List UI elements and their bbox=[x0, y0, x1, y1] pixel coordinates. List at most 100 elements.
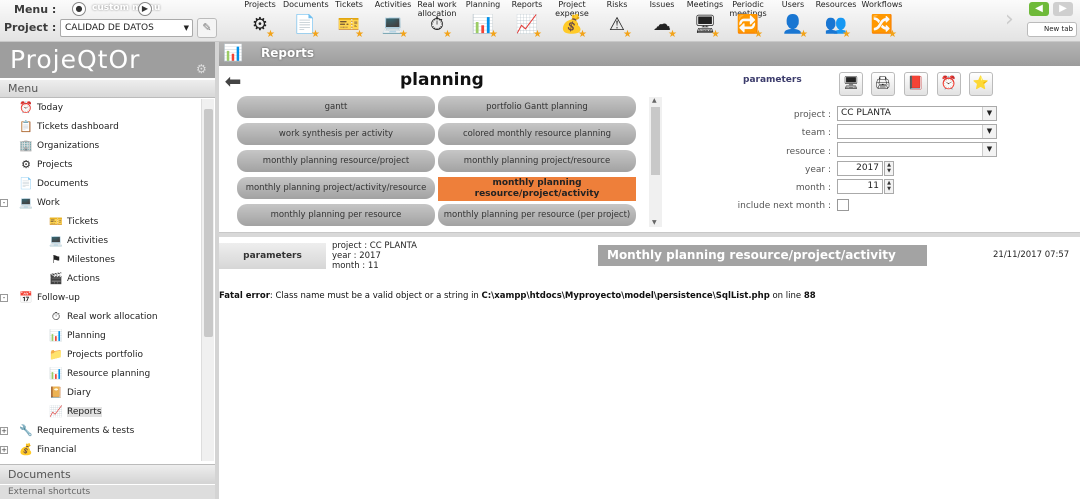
toolbar-button-label: Planning bbox=[465, 0, 501, 9]
result-parameters-box: parameters bbox=[219, 243, 326, 269]
report-button-monthly-planning-resource-project[interactable]: monthly planning resource/project bbox=[237, 150, 435, 172]
toolbar-planning-button[interactable]: Planning 📊 ★ bbox=[461, 0, 505, 42]
sidebar-item-activities[interactable]: 💻 Activities bbox=[48, 232, 108, 251]
vertical-splitter[interactable] bbox=[215, 42, 219, 499]
display-report-button[interactable]: 🖥 bbox=[839, 72, 863, 96]
report-button-portfolio-gantt-planning[interactable]: portfolio Gantt planning bbox=[438, 96, 636, 118]
sidebar-item-today[interactable]: ⏰ Today bbox=[18, 99, 63, 118]
month-spinner[interactable]: ▲ ▼ bbox=[884, 179, 894, 194]
year-input[interactable]: 2017 bbox=[837, 161, 883, 176]
toolbar-periodic-meetings-button[interactable]: Periodic meetings 🔁 ★ bbox=[726, 0, 770, 42]
menu-section-header[interactable]: Menu bbox=[0, 80, 215, 98]
favorite-star-icon: ★ bbox=[711, 29, 720, 40]
documents-icon: 📄 bbox=[19, 177, 33, 190]
report-button-monthly-planning-project-resource[interactable]: monthly planning project/resource bbox=[438, 150, 636, 172]
settings-gear-icon[interactable]: ⚙ bbox=[196, 62, 207, 76]
forward-arrow-icon[interactable]: ▶ bbox=[1053, 2, 1073, 16]
toolbar-tickets-button[interactable]: Tickets 🎫 ★ bbox=[327, 0, 371, 42]
sidebar-item-milestones[interactable]: ⚑ Milestones bbox=[48, 251, 115, 270]
toolbar-projects-button[interactable]: Projects ⚙ ★ bbox=[238, 0, 282, 42]
toolbar-risks-button[interactable]: Risks ⚠ ★ bbox=[595, 0, 639, 42]
scroll-down-icon[interactable]: ▼ bbox=[652, 219, 657, 226]
month-input[interactable]: 11 bbox=[837, 179, 883, 194]
toolbar-issues-button[interactable]: Issues ☁ ★ bbox=[640, 0, 684, 42]
print-button[interactable]: 🖨 bbox=[871, 72, 895, 96]
user-icon[interactable]: ● bbox=[72, 2, 86, 16]
menu-scrollbar-thumb[interactable] bbox=[204, 109, 213, 337]
favorite-star-icon: ★ bbox=[578, 29, 587, 40]
report-list-scrollbar[interactable]: ▲ ▼ bbox=[649, 97, 662, 227]
pdf-button[interactable]: 📕 bbox=[904, 72, 928, 96]
parameters-title: parameters bbox=[743, 75, 802, 85]
expand-icon[interactable]: + bbox=[0, 446, 8, 454]
back-arrow-icon[interactable]: ◀ bbox=[1029, 2, 1049, 16]
report-button-monthly-planning-per-resource-per-project-[interactable]: monthly planning per resource (per proje… bbox=[438, 204, 636, 226]
documents-section-header[interactable]: Documents bbox=[0, 464, 215, 484]
favorite-report-button[interactable]: ⭐ bbox=[969, 72, 993, 96]
collapse-icon[interactable]: - bbox=[0, 199, 8, 207]
sidebar-item-label: Tickets bbox=[67, 217, 99, 227]
sidebar-item-follow-up[interactable]: - 📅 Follow-up bbox=[0, 289, 80, 308]
report-button-work-synthesis-per-activity[interactable]: work synthesis per activity bbox=[237, 123, 435, 145]
report-button-gantt[interactable]: gantt bbox=[237, 96, 435, 118]
sidebar-item-requirements-tests[interactable]: + 🔧 Requirements & tests bbox=[0, 422, 134, 441]
toolbar-project-expense-button[interactable]: Project expense 💰 ★ bbox=[550, 0, 594, 42]
resource-param-select[interactable]: ▼ bbox=[837, 142, 997, 157]
include-next-month-checkbox[interactable] bbox=[837, 199, 849, 211]
back-arrow-icon[interactable]: ⬅ bbox=[219, 70, 247, 92]
sidebar-item-tickets-dashboard[interactable]: 📋 Tickets dashboard bbox=[18, 118, 119, 137]
toolbar-reports-button[interactable]: Reports 📈 ★ bbox=[505, 0, 549, 42]
result-project: project : CC PLANTA bbox=[332, 241, 417, 251]
new-tab-button[interactable]: New tab bbox=[1027, 22, 1077, 37]
sidebar-item-organizations[interactable]: 🏢 Organizations bbox=[18, 137, 99, 156]
sidebar-item-planning[interactable]: 📊 Planning bbox=[48, 327, 106, 346]
realwork-icon: ⏱ bbox=[51, 310, 61, 323]
toolbar-documents-button[interactable]: Documents 📄 ★ bbox=[283, 0, 329, 42]
menu-scrollbar[interactable] bbox=[201, 99, 214, 461]
sidebar-item-actions[interactable]: 🎬 Actions bbox=[48, 270, 100, 289]
report-button-colored-monthly-resource-planning[interactable]: colored monthly resource planning bbox=[438, 123, 636, 145]
toolbar-button-label: Users bbox=[781, 0, 805, 9]
year-spinner[interactable]: ▲ ▼ bbox=[884, 161, 894, 176]
scroll-up-icon[interactable]: ▲ bbox=[652, 97, 657, 104]
toolbar-resources-button[interactable]: Resources 👥 ★ bbox=[814, 0, 858, 42]
report-button-monthly-planning-per-resource[interactable]: monthly planning per resource bbox=[237, 204, 435, 226]
toolbar-meetings-button[interactable]: Meetings 🖥 ★ bbox=[683, 0, 727, 42]
toolbar-users-button[interactable]: Users 👤 ★ bbox=[771, 0, 815, 42]
sidebar-item-documents[interactable]: 📄 Documents bbox=[18, 175, 88, 194]
horizontal-splitter[interactable] bbox=[219, 232, 1080, 237]
project-param-select[interactable]: CC PLANTA ▼ bbox=[837, 106, 997, 121]
team-param-select[interactable]: ▼ bbox=[837, 124, 997, 139]
sidebar-item-real-work-allocation[interactable]: ⏱ Real work allocation bbox=[48, 308, 158, 327]
favorite-star-icon: ★ bbox=[266, 29, 275, 40]
toolbar-scroll-right-icon[interactable]: › bbox=[1005, 0, 1019, 42]
sidebar-item-reports[interactable]: 📈 Reports bbox=[48, 403, 102, 422]
report-category-title: planning bbox=[400, 70, 484, 90]
report-list-scrollbar-thumb[interactable] bbox=[651, 107, 660, 175]
sidebar-item-projects[interactable]: ⚙ Projects bbox=[18, 156, 72, 175]
toolbar-workflows-button[interactable]: Workflows 🔀 ★ bbox=[860, 0, 904, 42]
edit-project-button[interactable]: ✎ bbox=[197, 18, 217, 38]
activities-icon: 💻 bbox=[49, 234, 63, 247]
toolbar-real-work-allocation-button[interactable]: Real work allocation ⏱ ★ bbox=[415, 0, 459, 42]
project-selector[interactable]: CALIDAD DE DATOS ▼ bbox=[60, 19, 193, 37]
menu-selector[interactable]: ● custom menu ▶ bbox=[60, 2, 218, 16]
sidebar-item-tickets[interactable]: 🎫 Tickets bbox=[48, 213, 98, 232]
reports-header: 📊 Reports bbox=[219, 42, 1080, 66]
schedule-button[interactable]: ⏰ bbox=[937, 72, 961, 96]
error-path: C:\xampp\htdocs\Myproyecto\model\persist… bbox=[481, 291, 770, 301]
report-button-monthly-planning-resource-project-activity[interactable]: monthly planning resource/project/activi… bbox=[438, 177, 636, 201]
expand-icon[interactable]: + bbox=[0, 427, 8, 435]
favorite-star-icon: ★ bbox=[799, 29, 808, 40]
report-button-monthly-planning-project-activity-resource[interactable]: monthly planning project/activity/resour… bbox=[237, 177, 435, 199]
sidebar-item-diary[interactable]: 📔 Diary bbox=[48, 384, 91, 403]
toolbar-activities-button[interactable]: Activities 💻 ★ bbox=[371, 0, 415, 42]
sidebar-item-financial[interactable]: + 💰 Financial bbox=[0, 441, 76, 460]
sidebar-item-projects-portfolio[interactable]: 📁 Projects portfolio bbox=[48, 346, 143, 365]
external-shortcuts-header[interactable]: External shortcuts bbox=[0, 485, 215, 499]
sidebar-item-resource-planning[interactable]: 📊 Resource planning bbox=[48, 365, 150, 384]
sidebar-item-work[interactable]: - 💻 Work bbox=[0, 194, 60, 213]
collapse-icon[interactable]: - bbox=[0, 294, 8, 302]
toolbar-button-label: Documents bbox=[283, 0, 329, 9]
next-menu-icon[interactable]: ▶ bbox=[138, 2, 152, 16]
